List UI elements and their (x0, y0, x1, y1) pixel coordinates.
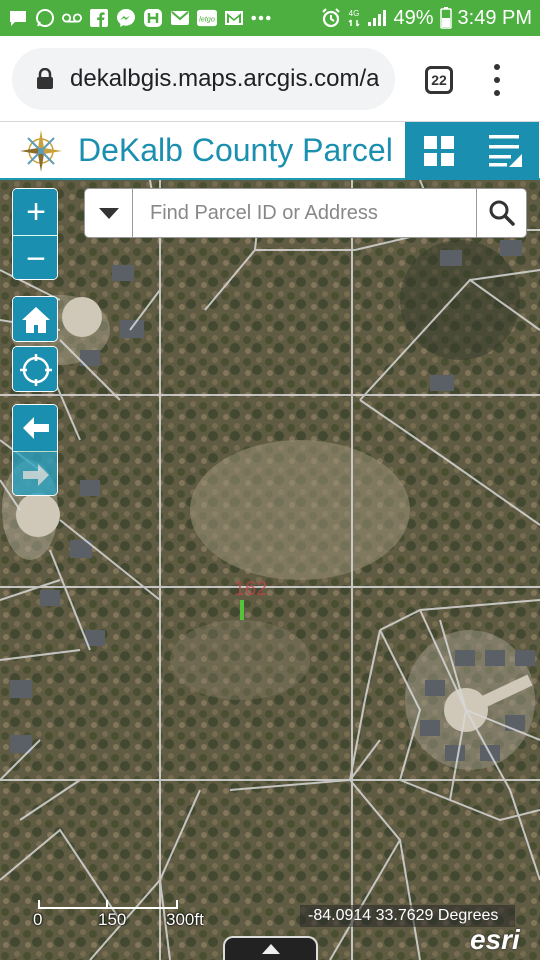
hamburger-menu-icon (488, 135, 522, 167)
message-icon (8, 9, 28, 27)
url-bar[interactable]: dekalbgis.maps.arcgis.com/a (12, 48, 395, 110)
lock-icon (37, 68, 53, 89)
aerial-imagery (0, 180, 540, 960)
basemap-grid-button[interactable] (405, 122, 472, 180)
search-source-dropdown[interactable] (85, 189, 133, 237)
parcel-search (84, 188, 527, 238)
battery-percent: 49% (393, 6, 434, 29)
facebook-icon (89, 9, 109, 27)
search-input[interactable] (133, 189, 476, 237)
zoom-out-button[interactable]: − (13, 235, 57, 279)
alarm-icon (321, 8, 341, 28)
status-bar: letgo 4G 49% 3:49 PM (0, 0, 540, 36)
locate-button[interactable] (12, 346, 58, 392)
menu-button[interactable] (472, 122, 539, 180)
battery-icon (439, 7, 452, 29)
arrow-right-icon (23, 463, 49, 486)
home-icon (22, 307, 50, 333)
scale-label-end: 300ft (166, 910, 204, 929)
zoom-controls: + − (12, 188, 58, 280)
whatsapp-icon (35, 9, 55, 27)
grid-icon (423, 136, 454, 166)
parcel-label: 162 (234, 578, 268, 600)
voicemail-icon (62, 9, 82, 27)
lte-icon: 4G (347, 9, 361, 27)
gmail-icon (224, 9, 244, 27)
previous-extent-button[interactable] (13, 405, 57, 451)
browser-toolbar: dekalbgis.maps.arcgis.com/a 22 (0, 36, 540, 122)
app-icon (143, 9, 163, 27)
zoom-in-button[interactable]: + (13, 189, 57, 235)
caret-down-icon (98, 207, 119, 219)
parcel-marker (240, 600, 244, 620)
compass-logo-icon (20, 130, 62, 172)
locate-icon (20, 354, 52, 386)
attribution-toggle[interactable] (223, 936, 318, 960)
signal-icon (367, 9, 387, 27)
scale-label-0: 0 (33, 910, 43, 929)
more-dots-icon (251, 9, 271, 27)
notification-icons: letgo (8, 9, 271, 27)
mail-icon (170, 9, 190, 27)
map-view[interactable]: + − 162 0 150 300ft (0, 180, 540, 960)
messenger-icon (116, 9, 136, 27)
home-button[interactable] (12, 296, 58, 342)
scale-label-mid: 150 (98, 910, 127, 929)
app-header: DeKalb County Parcel Viewer (0, 122, 540, 180)
search-icon (489, 200, 515, 226)
search-button[interactable] (476, 189, 526, 237)
esri-logo: esri (470, 924, 520, 955)
status-right: 4G 49% 3:49 PM (321, 7, 532, 30)
app-title: DeKalb County Parcel Viewer (78, 132, 396, 168)
next-extent-button[interactable] (13, 451, 57, 495)
browser-menu-icon[interactable] (490, 64, 504, 96)
arrow-left-icon (23, 417, 49, 439)
tab-switcher-button[interactable]: 22 (425, 66, 453, 94)
extent-navigation (12, 404, 58, 496)
svg-text:4G: 4G (349, 9, 360, 18)
clock: 3:49 PM (457, 6, 532, 29)
caret-up-icon (261, 944, 280, 954)
scale-bar: 0 150 300ft (33, 898, 204, 942)
url-text[interactable]: dekalbgis.maps.arcgis.com/a (70, 65, 379, 93)
svg-text:letgo: letgo (199, 15, 215, 24)
letgo-icon: letgo (197, 9, 217, 27)
